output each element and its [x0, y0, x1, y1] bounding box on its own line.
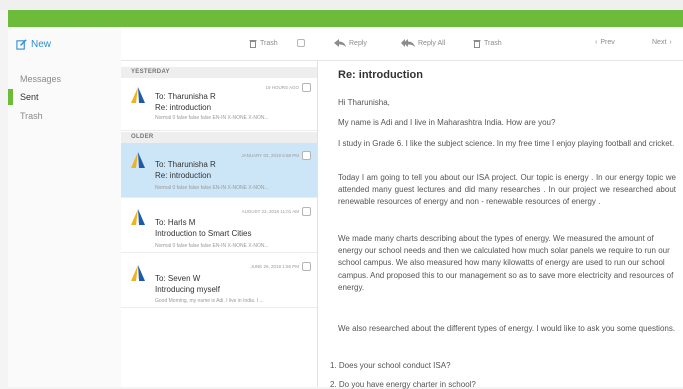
- next-label: Next: [652, 39, 667, 46]
- sender-logo-icon: [131, 209, 145, 225]
- email-question: 1. Does your school conduct ISA?: [330, 361, 451, 370]
- message-preview: Good Morning, my name is Adi. I live in …: [155, 298, 264, 304]
- email-paragraph: Today I am going to tell you about our I…: [338, 173, 676, 207]
- message-checkbox[interactable]: [302, 83, 311, 92]
- message-preview: Normal 0 false false false EN-IN X-NONE …: [155, 185, 269, 191]
- message-recipient: To: Seven W: [155, 274, 201, 283]
- list-item[interactable]: 19 HOURS AGO To: Tharunisha R Re: introd…: [121, 78, 317, 131]
- message-date: 19 HOURS AGO: [265, 85, 299, 90]
- message-recipient: To: Harls M: [155, 218, 196, 227]
- group-header-yesterday: YESTERDAY: [121, 67, 317, 78]
- reading-pane: Re: introduction Hi Tharunisha, My name …: [318, 61, 683, 389]
- message-subject-heading: Re: introduction: [338, 69, 423, 81]
- chevron-right-icon: ›: [669, 39, 672, 46]
- list-item[interactable]: JANUARY 02, 2019 6:58 PM To: Tharunisha …: [121, 143, 317, 198]
- next-button[interactable]: Next ›: [652, 39, 672, 46]
- message-preview: Normal 0 false false false EN-IN X-NONE …: [155, 115, 269, 121]
- new-message-button[interactable]: New: [16, 39, 51, 50]
- reply-all-icon: [401, 39, 415, 47]
- mailbox-sidebar: New Messages Sent Trash: [8, 27, 122, 387]
- new-message-label: New: [31, 39, 52, 50]
- message-date: AUGUST 23, 2018 11:01 AM: [241, 209, 299, 214]
- sender-logo-icon: [131, 265, 145, 281]
- message-date: JUNE 26, 2018 1:56 PM: [250, 264, 299, 269]
- sidebar-item-sent[interactable]: Sent: [8, 89, 121, 105]
- trash-icon: [249, 40, 257, 48]
- email-paragraph: We made many charts describing about the…: [338, 234, 674, 292]
- reply-all-label: Reply All: [418, 39, 446, 47]
- app-header-bar: [8, 10, 683, 27]
- email-paragraph: We also researched about the different t…: [338, 324, 676, 333]
- message-subject: Introduction to Smart Cities: [155, 229, 252, 238]
- list-item[interactable]: JUNE 26, 2018 1:56 PM To: Seven W Introd…: [121, 253, 317, 308]
- email-paragraph: My name is Adi and I live in Maharashtra…: [338, 118, 556, 127]
- sidebar-item-messages[interactable]: Messages: [8, 71, 121, 87]
- compose-icon: [16, 39, 27, 50]
- message-date: JANUARY 02, 2019 6:58 PM: [241, 153, 299, 158]
- reply-all-button[interactable]: Reply All: [401, 39, 445, 47]
- reply-icon: [334, 39, 346, 47]
- sidebar-item-label: Sent: [20, 92, 39, 102]
- message-list: YESTERDAY 19 HOURS AGO To: Tharunisha R …: [121, 61, 318, 387]
- trash-button[interactable]: Trash: [473, 39, 502, 48]
- group-header-older: OLDER: [121, 132, 317, 143]
- sidebar-item-label: Trash: [20, 111, 43, 121]
- sidebar-item-label: Messages: [20, 74, 62, 84]
- list-item[interactable]: AUGUST 23, 2018 11:01 AM To: Harls M Int…: [121, 198, 317, 253]
- sender-logo-icon: [131, 87, 145, 103]
- message-subject: Re: introduction: [155, 171, 212, 180]
- sidebar-item-trash[interactable]: Trash: [8, 108, 121, 124]
- chevron-left-icon: ‹: [595, 39, 598, 46]
- prev-button[interactable]: ‹ Prev: [595, 39, 615, 46]
- reply-button[interactable]: Reply: [334, 39, 367, 47]
- list-trash-button[interactable]: Trash: [249, 39, 278, 48]
- window-top-band: [0, 0, 683, 10]
- message-checkbox[interactable]: [302, 207, 311, 216]
- prev-label: Prev: [600, 39, 615, 46]
- reply-label: Reply: [349, 39, 367, 47]
- email-question: 2. Do you have energy charter in school?: [330, 380, 476, 389]
- trash-label: Trash: [484, 40, 502, 47]
- message-checkbox[interactable]: [302, 151, 311, 160]
- select-all-checkbox[interactable]: [297, 39, 305, 47]
- sender-logo-icon: [131, 152, 145, 168]
- message-toolbar: Trash Reply Reply All Trash ‹ Prev Next …: [121, 27, 683, 61]
- message-subject: Re: introduction: [155, 103, 212, 112]
- mail-app: New Messages Sent Trash Trash Reply Repl…: [8, 27, 683, 389]
- message-subject: Introducing myself: [155, 285, 220, 294]
- message-checkbox[interactable]: [302, 262, 311, 271]
- email-paragraph: I study in Grade 6. I like the subject s…: [338, 139, 675, 148]
- email-greeting: Hi Tharunisha,: [338, 98, 390, 107]
- message-preview: Normal 0 false false false EN-IN X-NONE …: [155, 243, 269, 249]
- message-recipient: To: Tharunisha R: [155, 92, 216, 101]
- message-recipient: To: Tharunisha R: [155, 160, 216, 169]
- list-trash-label: Trash: [260, 40, 278, 47]
- trash-icon: [473, 40, 481, 48]
